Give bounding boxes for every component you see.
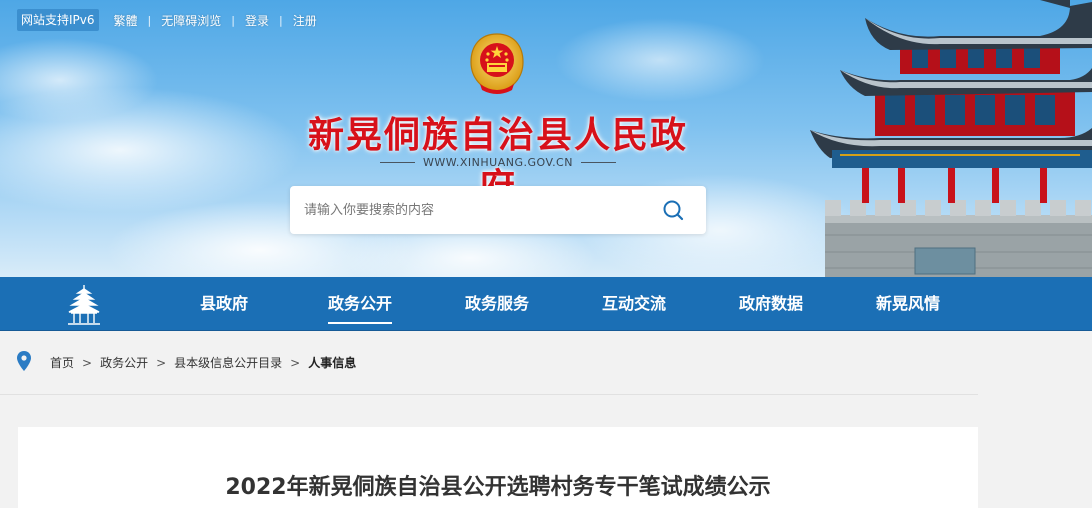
drum-tower-logo-icon — [68, 285, 100, 325]
nav-item-government-affairs-disclosure[interactable]: 政务公开 — [328, 277, 393, 331]
search-box — [290, 186, 706, 234]
site-domain: WWW.XINHUANG.GOV.CN — [380, 153, 616, 171]
domain-text: WWW.XINHUANG.GOV.CN — [423, 155, 573, 169]
separator: | — [279, 13, 283, 27]
breadcrumb-home[interactable]: 首页 — [50, 354, 74, 371]
nav-item-government-services[interactable]: 政务服务 — [465, 277, 529, 331]
search-input[interactable] — [304, 198, 644, 222]
breadcrumb-trail: 首页 > 政务公开 > 县本级信息公开目录 > 人事信息 — [50, 354, 356, 371]
accessible-browsing-link[interactable]: 无障碍浏览 — [161, 12, 221, 29]
ipv6-badge: 网站支持IPv6 — [17, 9, 99, 31]
divider — [380, 161, 415, 163]
separator: | — [231, 13, 235, 27]
article-card: 2022年新晃侗族自治县公开选聘村务专干笔试成绩公示 — [18, 427, 978, 508]
nav-item-county-government[interactable]: 县政府 — [200, 277, 248, 331]
national-emblem-icon — [470, 33, 524, 94]
nav-item-xinhuang-scenery[interactable]: 新晃风情 — [876, 277, 940, 331]
top-utility-links: 网站支持IPv6 繁體 | 无障碍浏览 | 登录 | 注册 — [17, 9, 327, 31]
article-title: 2022年新晃侗族自治县公开选聘村务专干笔试成绩公示 — [225, 475, 771, 500]
traditional-chinese-link[interactable]: 繁體 — [114, 12, 138, 29]
main-nav: 县政府 政务公开 政务服务 互动交流 政府数据 新晃风情 — [0, 277, 1092, 331]
register-link[interactable]: 注册 — [293, 12, 317, 29]
breadcrumb-info-catalog[interactable]: 县本级信息公开目录 — [174, 354, 282, 371]
location-pin-icon — [17, 351, 31, 371]
breadcrumb-arrow: > — [82, 355, 93, 370]
header-banner: 网站支持IPv6 繁體 | 无障碍浏览 | 登录 | 注册 新晃侗族自治县人民政… — [0, 0, 1092, 278]
login-link[interactable]: 登录 — [245, 12, 269, 29]
breadcrumb: 首页 > 政务公开 > 县本级信息公开目录 > 人事信息 — [0, 331, 978, 395]
nav-item-interaction[interactable]: 互动交流 — [602, 277, 666, 331]
nav-item-government-data[interactable]: 政府数据 — [739, 277, 803, 331]
breadcrumb-arrow: > — [156, 355, 167, 370]
breadcrumb-arrow: > — [290, 355, 301, 370]
separator: | — [147, 13, 152, 27]
breadcrumb-current: 人事信息 — [308, 356, 357, 370]
divider — [580, 161, 616, 163]
side-blank — [978, 395, 1092, 508]
search-icon[interactable] — [660, 197, 686, 223]
breadcrumb-government-affairs[interactable]: 政务公开 — [100, 354, 148, 371]
pavilion-illustration — [810, 0, 1092, 278]
